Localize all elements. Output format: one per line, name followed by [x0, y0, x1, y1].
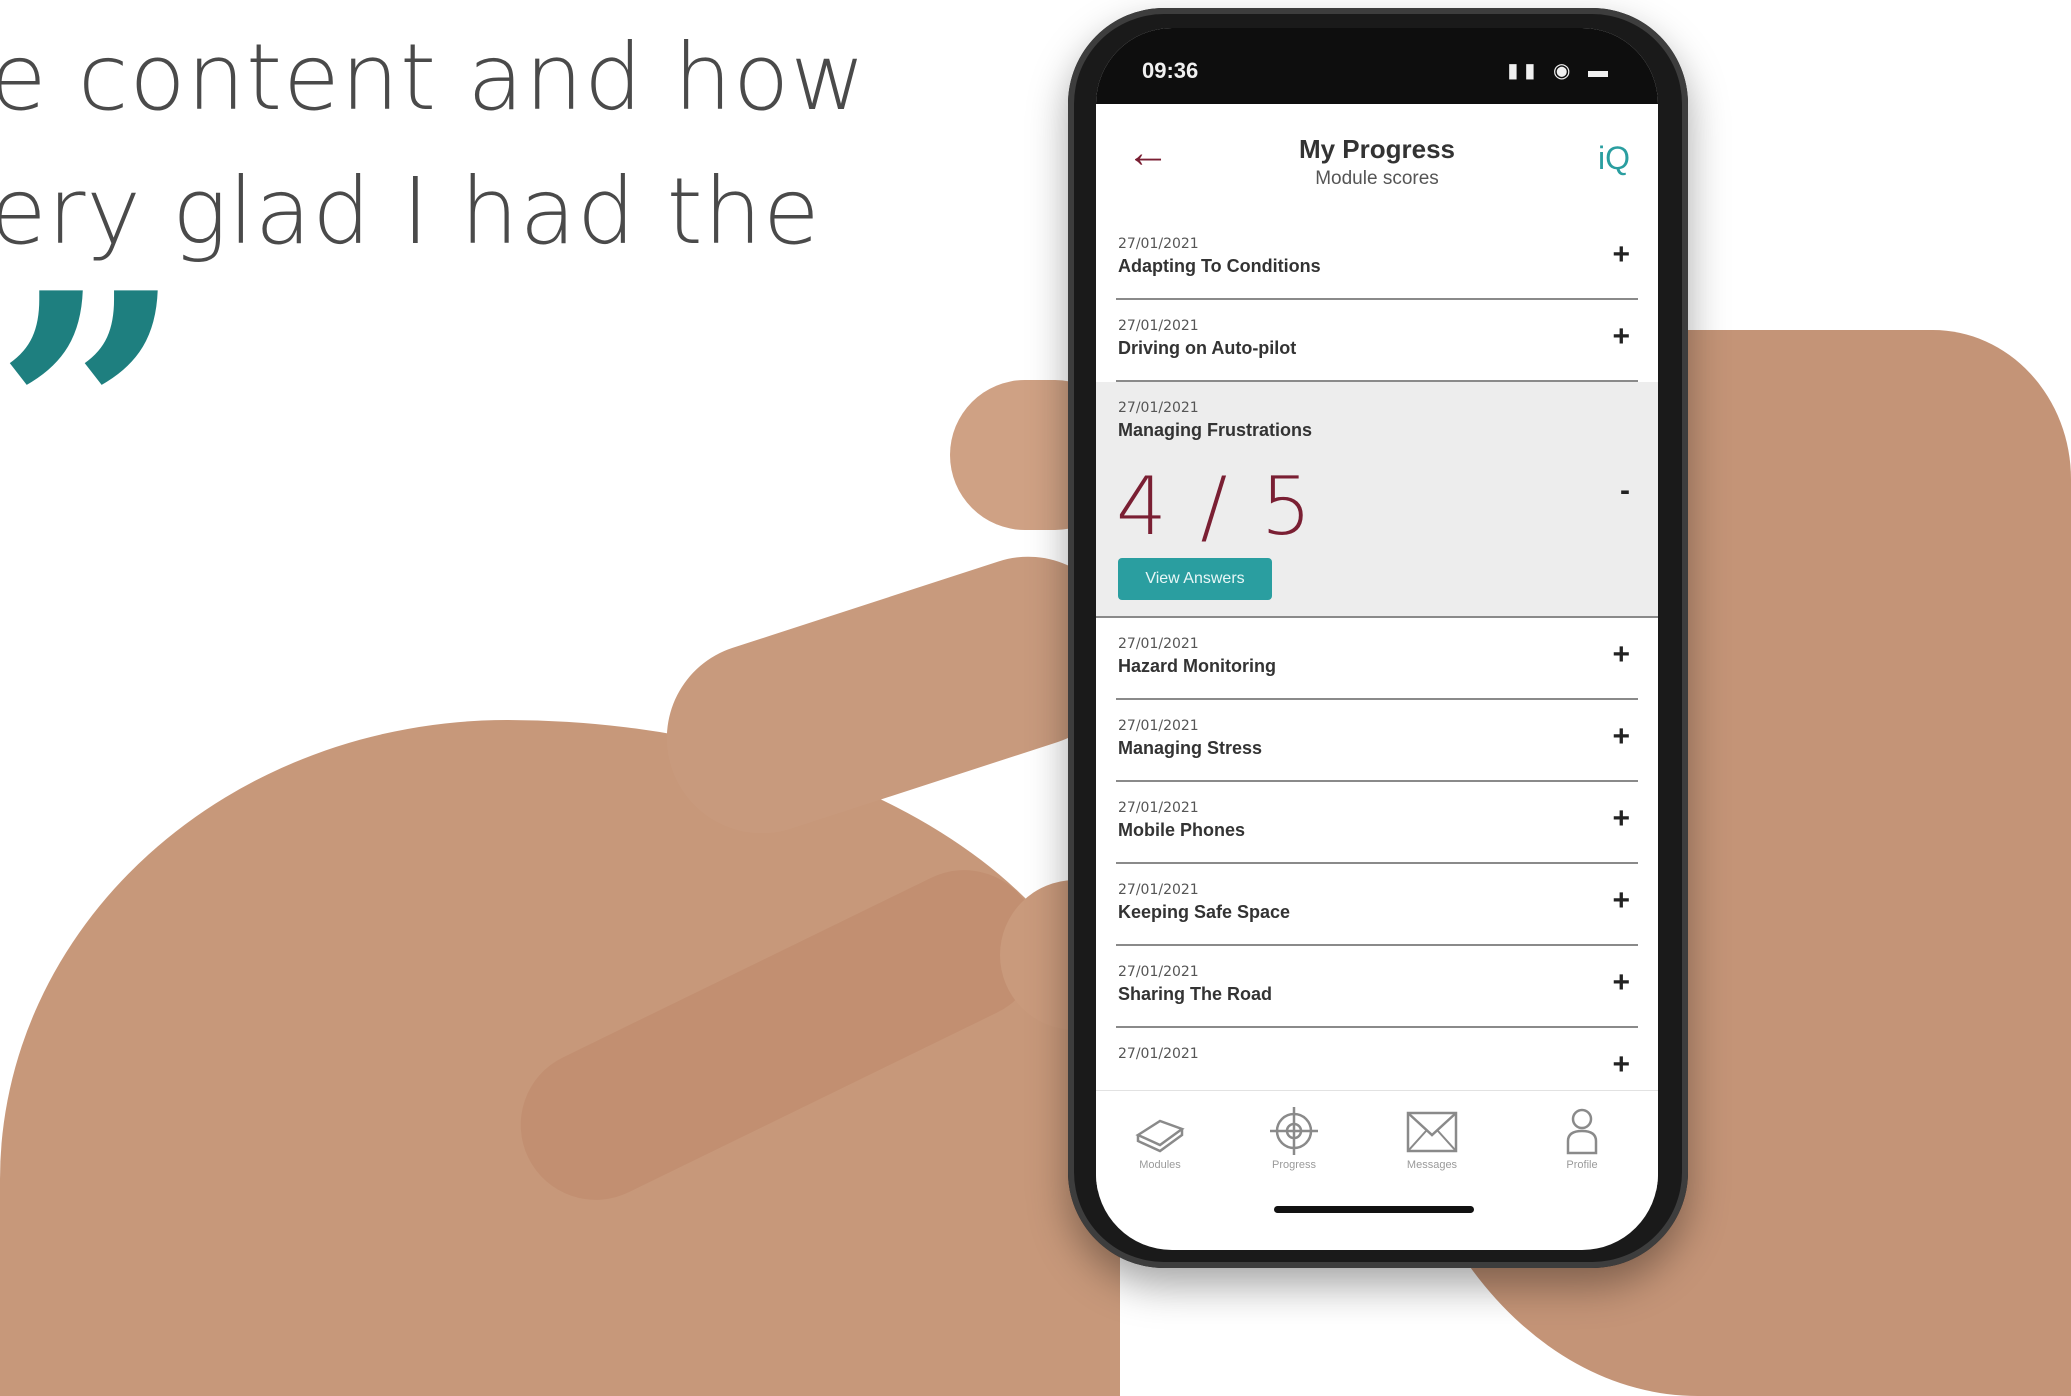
- module-row-expanded[interactable]: 27/01/2021 Managing Frustrations 4 / 5 -…: [1096, 382, 1658, 618]
- expand-plus-icon[interactable]: +: [1612, 1048, 1630, 1082]
- expand-plus-icon[interactable]: +: [1612, 320, 1630, 354]
- module-row[interactable]: 27/01/2021 Sharing The Road +: [1116, 946, 1638, 1028]
- module-score-list: 27/01/2021 Adapting To Conditions + 27/0…: [1096, 218, 1658, 1108]
- status-time: 09:36: [1142, 58, 1199, 83]
- closing-quote-mark: ”: [0, 221, 184, 609]
- expand-plus-icon[interactable]: +: [1612, 884, 1630, 918]
- module-row[interactable]: 27/01/2021 Managing Stress +: [1116, 700, 1638, 782]
- bottom-tab-bar: Modules Progress Messages Profile: [1096, 1090, 1658, 1191]
- module-row[interactable]: 27/01/2021 Hazard Monitoring +: [1116, 618, 1638, 700]
- module-score: 4 / 5: [1116, 460, 1316, 553]
- module-date: 27/01/2021: [1118, 1046, 1199, 1062]
- module-date: 27/01/2021: [1118, 636, 1199, 652]
- page-title: My Progress: [1298, 134, 1456, 164]
- signal-wifi-battery-icon: ▮▮ ◉ ▬: [1507, 60, 1614, 82]
- iq-logo: iQ: [1598, 140, 1630, 176]
- module-title: Adapting To Conditions: [1118, 256, 1321, 276]
- module-date: 27/01/2021: [1118, 400, 1199, 416]
- expand-plus-icon[interactable]: +: [1612, 802, 1630, 836]
- envelope-icon: [1382, 1105, 1482, 1157]
- expand-plus-icon[interactable]: +: [1612, 720, 1630, 754]
- tab-modules[interactable]: Modules: [1110, 1105, 1210, 1171]
- tab-messages[interactable]: Messages: [1382, 1105, 1482, 1171]
- tab-label: Progress: [1271, 1159, 1317, 1171]
- module-date: 27/01/2021: [1118, 236, 1199, 252]
- collapse-minus-icon[interactable]: -: [1620, 474, 1630, 508]
- home-indicator: [1274, 1206, 1474, 1213]
- expand-plus-icon[interactable]: +: [1612, 966, 1630, 1000]
- module-row[interactable]: 27/01/2021 Driving on Auto-pilot +: [1116, 300, 1638, 382]
- expand-plus-icon[interactable]: +: [1612, 238, 1630, 272]
- module-row[interactable]: 27/01/2021 Keeping Safe Space +: [1116, 864, 1638, 946]
- tab-progress[interactable]: Progress: [1244, 1105, 1344, 1171]
- module-date: 27/01/2021: [1118, 318, 1199, 334]
- status-bar: 09:36 ▮▮ ◉ ▬: [1096, 28, 1658, 104]
- expand-plus-icon[interactable]: +: [1612, 638, 1630, 672]
- module-title: Mobile Phones: [1118, 820, 1246, 840]
- tab-label: Messages: [1406, 1159, 1458, 1171]
- module-date: 27/01/2021: [1118, 964, 1199, 980]
- page-subtitle: Module scores: [1315, 168, 1439, 189]
- person-icon: [1532, 1105, 1632, 1157]
- module-title: Hazard Monitoring: [1118, 656, 1276, 676]
- module-date: 27/01/2021: [1118, 882, 1199, 898]
- module-title: Driving on Auto-pilot: [1118, 338, 1297, 358]
- module-title: Keeping Safe Space: [1118, 902, 1291, 922]
- module-title: Managing Stress: [1118, 738, 1263, 758]
- module-row[interactable]: 27/01/2021 Mobile Phones +: [1116, 782, 1638, 864]
- book-icon: [1110, 1105, 1210, 1157]
- module-title: Managing Frustrations: [1118, 420, 1313, 440]
- tab-label: Profile: [1566, 1159, 1598, 1171]
- module-row[interactable]: 27/01/2021 Adapting To Conditions +: [1116, 218, 1638, 300]
- quote-line-1: e content and how: [0, 24, 867, 131]
- app-header: ← My Progress Module scores iQ: [1096, 104, 1658, 224]
- tab-profile[interactable]: Profile: [1532, 1105, 1632, 1171]
- view-answers-button[interactable]: View Answers: [1118, 558, 1272, 600]
- phone-screen: 09:36 ▮▮ ◉ ▬ ← My Progress Module scores…: [1096, 28, 1658, 1250]
- module-date: 27/01/2021: [1118, 800, 1199, 816]
- crosshair-icon: [1244, 1105, 1344, 1157]
- module-title: Sharing The Road: [1118, 984, 1273, 1004]
- tab-label: Modules: [1139, 1159, 1181, 1171]
- module-date: 27/01/2021: [1118, 718, 1199, 734]
